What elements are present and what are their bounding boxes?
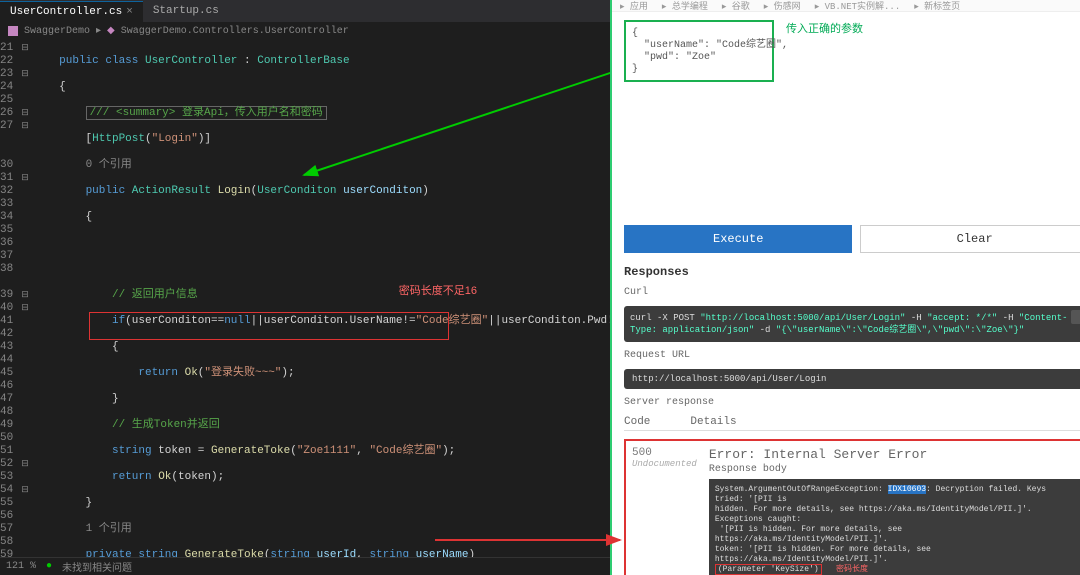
fold-gutter[interactable]: ⊟⊟⊟⊟⊟⊟⊟⊟⊟	[21, 40, 29, 557]
curl-box[interactable]: curl -X POST "http://localhost:5000/api/…	[624, 306, 1080, 342]
execute-button[interactable]: Execute	[624, 225, 852, 253]
swagger-pane: ▸ 应用▸ 总学编程▸ 谷歌▸ 伤感网▸ VB.NET实例解...▸ 新标签页 …	[610, 0, 1080, 575]
response-body-box: 500 Undocumented Error: Internal Server …	[624, 439, 1080, 575]
bookmark-item[interactable]: ▸ 总学编程	[662, 0, 708, 12]
editor[interactable]: 2122232425262730313233343536373839404142…	[0, 40, 610, 557]
response-body-label: Response body	[709, 464, 1080, 475]
code-area[interactable]: public class UserController : Controller…	[29, 40, 610, 557]
error-title: Error: Internal Server Error	[709, 447, 1080, 462]
issues[interactable]: 未找到相关问题	[62, 559, 132, 575]
code-pane: UserController.cs× Startup.cs SwaggerDem…	[0, 0, 610, 575]
copy-icon[interactable]	[1071, 310, 1080, 324]
breadcrumb-file: SwaggerDemo	[24, 26, 90, 37]
status-code: 500	[632, 447, 697, 459]
curl-label: Curl	[624, 287, 1080, 298]
response-body-text[interactable]: System.ArgumentOutOfRangeException: IDX1…	[709, 479, 1080, 575]
bookmark-item[interactable]: ▸ VB.NET实例解...	[815, 0, 901, 12]
tab-usercontroller[interactable]: UserController.cs×	[0, 1, 143, 22]
param-hint: 传入正确的参数	[786, 20, 863, 36]
breadcrumb-path: SwaggerDemo.Controllers.UserController	[121, 26, 349, 37]
tab-bar: UserController.cs× Startup.cs	[0, 0, 610, 22]
undocumented-label: Undocumented	[632, 459, 697, 469]
bookmark-item[interactable]: ▸ 伤感网	[764, 0, 801, 12]
request-body-input[interactable]: { "userName": "Code综艺圈", "pwd": "Zoe" }	[624, 20, 774, 82]
close-icon[interactable]: ×	[126, 6, 133, 18]
line-gutter: 2122232425262730313233343536373839404142…	[0, 40, 21, 557]
request-url-box[interactable]: http://localhost:5000/api/User/Login	[624, 369, 1080, 389]
response-header-row: CodeDetails	[624, 416, 1080, 431]
responses-heading: Responses	[624, 265, 1080, 279]
server-response-label: Server response	[624, 397, 1080, 408]
breadcrumb: SwaggerDemo ▸ ◆ SwaggerDemo.Controllers.…	[0, 22, 610, 40]
annotation-keylen: 密码长度不足16	[399, 285, 477, 298]
bookmark-item[interactable]: ▸ 新标签页	[914, 0, 960, 12]
bookmark-item[interactable]: ▸ 应用	[620, 0, 648, 12]
status-bar: 121 % ● 未找到相关问题	[0, 557, 610, 575]
zoom-level[interactable]: 121 %	[6, 561, 36, 572]
request-url-label: Request URL	[624, 350, 1080, 361]
tab-startup[interactable]: Startup.cs	[143, 1, 229, 21]
file-icon	[8, 26, 18, 36]
bookmark-item[interactable]: ▸ 谷歌	[722, 0, 750, 12]
browser-bookmarks: ▸ 应用 ▸ 总学编程 ▸ 谷歌 ▸ 伤感网 ▸ VB.NET实例解... ▸ 新标签页	[612, 0, 1080, 12]
clear-button[interactable]: Clear	[860, 225, 1080, 253]
